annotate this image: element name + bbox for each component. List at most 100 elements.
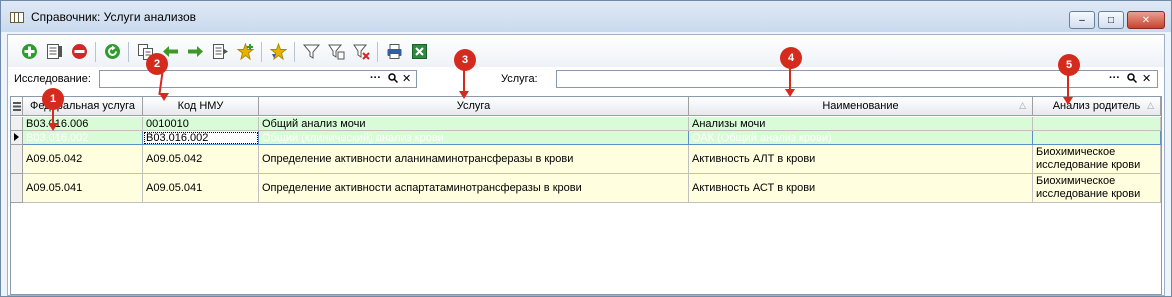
row-indicator-header[interactable] (11, 97, 23, 116)
annotation-arrowhead (459, 91, 469, 99)
export-excel-button[interactable] (410, 42, 428, 60)
table-row[interactable]: A09.05.042 A09.05.042 Определение активнос… (11, 145, 1161, 174)
edit-button[interactable] (45, 42, 63, 60)
window-title: Справочник: Услуги анализов (31, 10, 196, 24)
search-icon-glyph (1127, 73, 1138, 84)
cell-service[interactable]: Общий анализ мочи (259, 117, 689, 131)
more-icon[interactable]: ··· (370, 72, 381, 84)
clear-icon[interactable]: ✕ (1142, 72, 1151, 85)
add-button[interactable] (20, 42, 38, 60)
minimize-button[interactable]: – (1069, 11, 1095, 29)
app-window: Справочник: Услуги анализов – □ ✕ Исслед… (0, 0, 1172, 297)
annotation-line (789, 67, 791, 91)
cell-nmu[interactable]: B03.016.002 (143, 131, 259, 145)
search-icon[interactable] (1127, 73, 1138, 86)
more-icon[interactable]: ··· (1109, 72, 1120, 84)
cell-parent[interactable] (1033, 131, 1161, 145)
filter-bar: Исследование: ··· ✕ Услуга: ··· ✕ (8, 67, 1164, 93)
refresh-button[interactable] (103, 42, 121, 60)
filter-button[interactable] (302, 42, 320, 60)
refresh-icon (104, 43, 120, 59)
service-label: Услуга: (501, 73, 538, 85)
filter-clear-button[interactable] (352, 42, 370, 60)
services-grid[interactable]: Федеральная услуга Код НМУ Услуга Наимен… (10, 96, 1162, 295)
search-icon-glyph (388, 73, 399, 84)
cell-service[interactable]: Определение активности аспартатаминотран… (259, 174, 689, 203)
maximize-button[interactable]: □ (1098, 11, 1124, 29)
annotation-arrowhead (1063, 97, 1073, 105)
clear-icon[interactable]: ✕ (402, 72, 411, 85)
cell-name[interactable]: Активность АЛТ в крови (689, 145, 1033, 174)
next-button[interactable] (186, 42, 204, 60)
table-row[interactable]: B03.016.006 0010010 Общий анализ мочи Анали… (11, 117, 1161, 131)
research-field[interactable]: ··· ✕ (99, 70, 417, 88)
table-row[interactable]: A09.05.041 A09.05.041 Определение активнос… (11, 174, 1161, 203)
cell-parent[interactable]: Биохимическое исследование крови (1033, 174, 1161, 203)
delete-button[interactable] (70, 42, 88, 60)
toolbar-separator (294, 42, 295, 62)
column-header-name[interactable]: Наименование △ (689, 97, 1033, 116)
print-button[interactable] (385, 42, 403, 60)
details-icon (212, 43, 228, 59)
cell-nmu[interactable]: A09.05.041 (143, 174, 259, 203)
cell-federal[interactable]: A09.05.041 (23, 174, 143, 203)
cell-name[interactable]: Активность АСТ в крови (689, 174, 1033, 203)
cell-federal[interactable]: A09.05.042 (23, 145, 143, 174)
current-row-icon (14, 133, 19, 141)
title-bar[interactable]: Справочник: Услуги анализов – □ ✕ (1, 1, 1171, 32)
column-label: Услуга (456, 100, 491, 112)
annotation-line (1067, 73, 1069, 99)
research-label: Исследование: (14, 73, 91, 85)
filter-clear-icon (352, 44, 370, 60)
cell-name[interactable]: Анализы мочи (689, 117, 1033, 131)
cell-name[interactable]: ОАК (Общий анализ крови) (689, 131, 1033, 145)
cell-parent[interactable]: Биохимическое исследование крови (1033, 145, 1161, 174)
annotation-marker: 2 (146, 53, 168, 75)
filter-edit-icon (327, 44, 344, 59)
cell-service[interactable]: Определение активности аланинаминотрансф… (259, 145, 689, 174)
delete-icon (71, 43, 87, 59)
row-indicator[interactable] (11, 131, 23, 145)
cell-parent[interactable] (1033, 117, 1161, 131)
annotation-line (463, 69, 465, 93)
annotation-arrowhead (159, 93, 169, 101)
column-header-parent[interactable]: Анализ родитель △ (1033, 97, 1161, 116)
edit-icon (46, 43, 62, 59)
favorite-button[interactable] (269, 42, 287, 60)
cell-nmu[interactable]: A09.05.042 (143, 145, 259, 174)
annotation-arrowhead (785, 89, 795, 97)
toolbar-separator (128, 42, 129, 62)
arrow-right-icon (187, 45, 203, 57)
annotation-marker: 1 (42, 88, 64, 110)
search-icon[interactable] (388, 73, 399, 85)
cell-federal[interactable]: B03.016.006 (23, 117, 143, 131)
filter-icon (302, 44, 320, 59)
table-row[interactable]: B03.016.002 B03.016.002 Общий (клинический… (11, 131, 1161, 145)
new-item-button[interactable] (236, 42, 254, 60)
column-chooser-icon (12, 101, 21, 111)
details-button[interactable] (211, 42, 229, 60)
cell-service[interactable]: Общий (клинический) анализ крови (259, 131, 689, 145)
annotation-marker: 3 (454, 49, 476, 71)
toolbar-separator (261, 42, 262, 62)
annotation-marker: 5 (1058, 54, 1080, 76)
annotation-arrowhead (48, 123, 58, 131)
column-header-federal[interactable]: Федеральная услуга (23, 97, 143, 116)
toolbar (8, 35, 1164, 67)
annotation-marker: 4 (780, 47, 802, 69)
column-label: Наименование (822, 100, 899, 112)
column-header-service[interactable]: Услуга (259, 97, 689, 116)
cell-federal[interactable]: B03.016.002 (23, 131, 143, 145)
cell-nmu[interactable]: 0010010 (143, 117, 259, 131)
row-indicator[interactable] (11, 117, 23, 131)
close-button[interactable]: ✕ (1127, 11, 1165, 29)
toolbar-separator (95, 42, 96, 62)
row-indicator[interactable] (11, 145, 23, 174)
new-star-icon (236, 42, 254, 60)
toolbar-separator (377, 42, 378, 62)
filter-edit-button[interactable] (327, 42, 345, 60)
reference-book-icon (10, 12, 24, 23)
sort-icon: △ (1019, 100, 1026, 110)
row-indicator[interactable] (11, 174, 23, 203)
document-frame: Исследование: ··· ✕ Услуга: ··· ✕ Федера… (7, 34, 1165, 296)
